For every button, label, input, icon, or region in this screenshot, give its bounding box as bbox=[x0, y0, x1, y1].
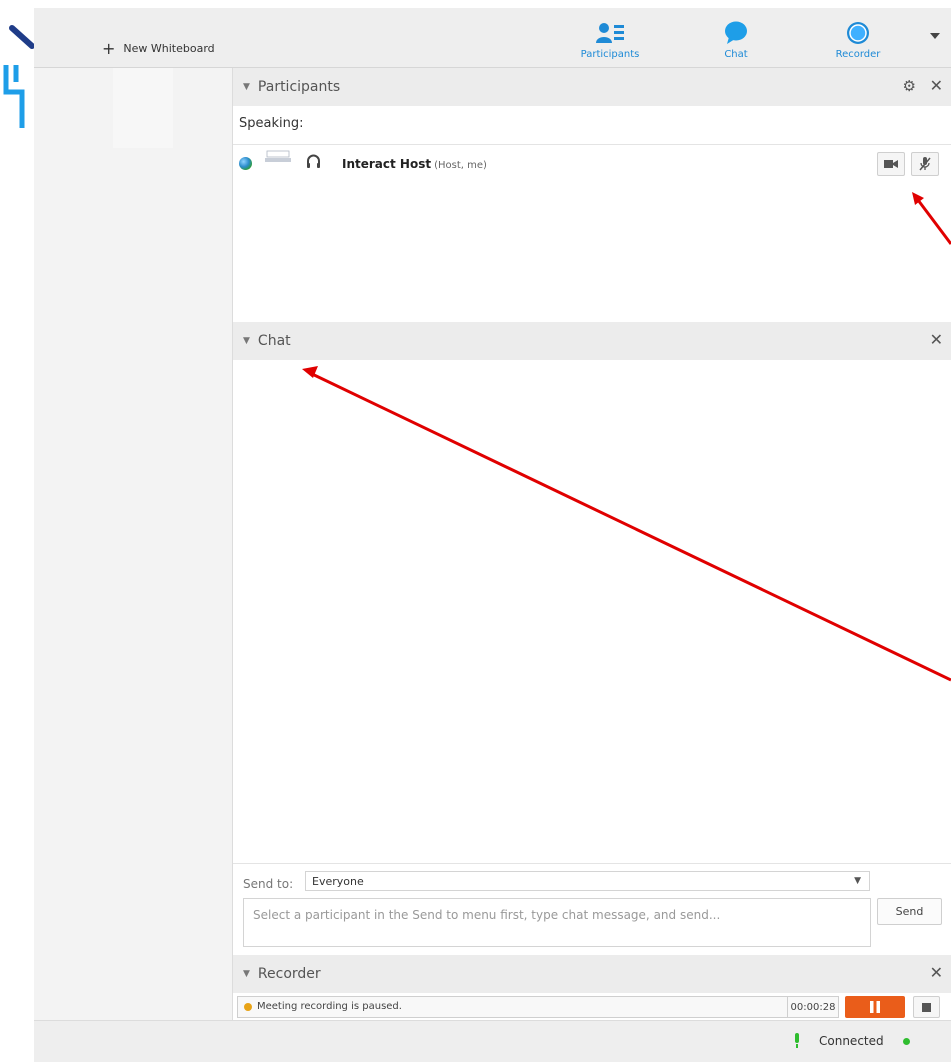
send-to-select[interactable]: Everyone ▼ bbox=[305, 871, 870, 891]
headset-icon bbox=[307, 154, 320, 168]
recorder-icon bbox=[818, 20, 898, 46]
pause-recording-button[interactable] bbox=[845, 996, 905, 1018]
divider bbox=[233, 144, 951, 145]
participants-icon bbox=[570, 20, 650, 46]
collapse-triangle-icon[interactable]: ▼ bbox=[243, 336, 250, 346]
chat-toolbar-button[interactable]: Chat bbox=[696, 20, 776, 60]
chat-toolbar-label: Chat bbox=[724, 49, 748, 60]
microphone-muted-button[interactable] bbox=[911, 152, 939, 176]
recorder-toolbar-label: Recorder bbox=[835, 49, 881, 60]
new-whiteboard-button[interactable]: + New Whiteboard bbox=[102, 38, 215, 58]
participant-logo-icon bbox=[265, 150, 291, 162]
participants-section-header[interactable]: ▼ Participants ⚙ ✕ bbox=[233, 68, 951, 106]
close-recorder-icon[interactable]: ✕ bbox=[930, 965, 943, 981]
microphone-muted-icon bbox=[919, 157, 931, 171]
top-toolbar: + New Whiteboard Participants Chat Recor… bbox=[34, 8, 951, 68]
toolbar-dropdown-icon[interactable] bbox=[929, 30, 941, 42]
side-panel: ▼ Participants ⚙ ✕ Speaking: Interact Ho… bbox=[232, 68, 951, 1020]
video-camera-button[interactable] bbox=[877, 152, 905, 176]
collapse-triangle-icon[interactable]: ▼ bbox=[243, 82, 250, 92]
status-bar: Connected bbox=[34, 1020, 951, 1062]
recording-elapsed-time: 00:00:28 bbox=[787, 997, 838, 1017]
new-whiteboard-label: New Whiteboard bbox=[123, 42, 215, 55]
chat-compose-area: Send to: Everyone ▼ Send bbox=[233, 863, 951, 956]
left-edge-strip bbox=[0, 0, 34, 1061]
chat-section-title: Chat bbox=[257, 333, 291, 349]
presence-status-icon bbox=[239, 157, 252, 170]
close-participants-icon[interactable]: ✕ bbox=[930, 78, 943, 94]
send-to-label: Send to: bbox=[243, 877, 294, 891]
participant-name-text: Interact Host bbox=[342, 157, 432, 171]
chat-message-area bbox=[233, 360, 951, 863]
chevron-down-icon: ▼ bbox=[854, 876, 861, 886]
microphone-icon bbox=[795, 1033, 799, 1048]
chat-bubble-icon bbox=[696, 20, 776, 46]
participant-name: Interact Host (Host, me) bbox=[342, 157, 487, 171]
recording-status-dot bbox=[244, 1003, 252, 1011]
connection-status-dot bbox=[903, 1038, 910, 1045]
connection-status-text: Connected bbox=[819, 1034, 884, 1048]
participants-toolbar-label: Participants bbox=[580, 49, 640, 60]
whiteboard-list-pane bbox=[34, 68, 232, 1020]
recorder-section-header[interactable]: ▼ Recorder ✕ bbox=[233, 955, 951, 993]
recorder-toolbar-button[interactable]: Recorder bbox=[818, 20, 898, 60]
send-to-value: Everyone bbox=[312, 874, 364, 888]
plus-icon: + bbox=[102, 38, 116, 58]
participant-role: (Host, me) bbox=[434, 160, 487, 171]
recorder-section-title: Recorder bbox=[257, 966, 321, 982]
pause-icon bbox=[870, 1001, 880, 1013]
collapse-triangle-icon[interactable]: ▼ bbox=[243, 969, 250, 979]
close-chat-icon[interactable]: ✕ bbox=[930, 332, 943, 348]
send-button[interactable]: Send bbox=[877, 898, 942, 925]
stop-icon bbox=[922, 1002, 931, 1012]
gear-icon[interactable]: ⚙ bbox=[903, 78, 916, 94]
stop-recording-button[interactable] bbox=[913, 996, 940, 1018]
chat-section-header[interactable]: ▼ Chat ✕ bbox=[233, 322, 951, 360]
participants-toolbar-button[interactable]: Participants bbox=[570, 20, 650, 60]
participants-section-title: Participants bbox=[257, 79, 341, 95]
participant-row[interactable]: Interact Host (Host, me) bbox=[233, 148, 951, 178]
recording-status-bar: Meeting recording is paused. 00:00:28 bbox=[237, 996, 839, 1018]
whiteboard-list-highlight bbox=[113, 68, 173, 148]
chat-message-input[interactable] bbox=[243, 898, 871, 947]
video-camera-icon bbox=[884, 160, 898, 168]
speaking-label: Speaking: bbox=[239, 116, 304, 131]
recording-status-text: Meeting recording is paused. bbox=[257, 1001, 402, 1012]
